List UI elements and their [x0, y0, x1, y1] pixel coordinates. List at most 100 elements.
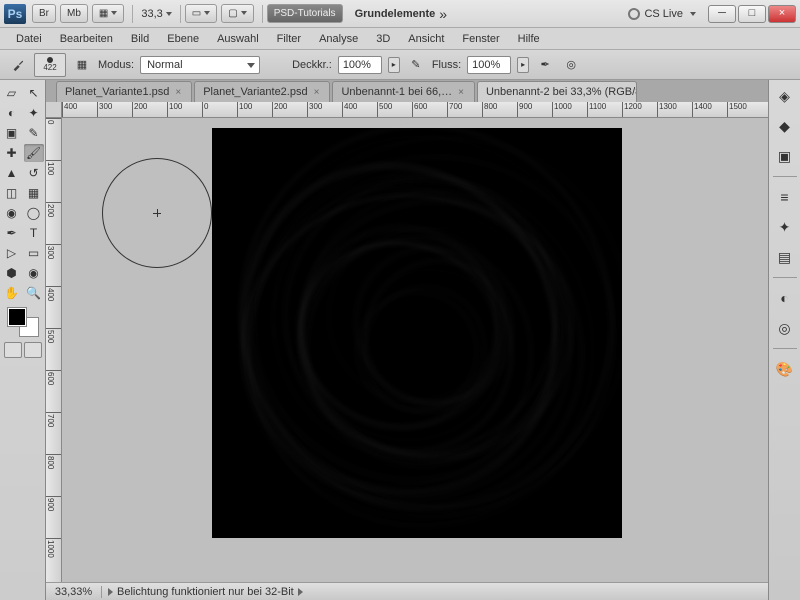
stamp-tool[interactable]: ▲ [2, 164, 22, 182]
brush-preset-picker[interactable]: 422 [34, 53, 66, 77]
ruler-vertical[interactable]: 01002003004005006007008009001000 [46, 118, 62, 582]
styles-panel-icon[interactable]: ✦ [775, 217, 795, 237]
foreground-color[interactable] [8, 308, 26, 326]
doc-tab-1[interactable]: Planet_Variante2.psd× [194, 81, 330, 102]
fluss-arrow[interactable]: ▸ [517, 57, 529, 73]
crop-tool[interactable]: ▣ [2, 124, 22, 142]
menu-bar: Datei Bearbeiten Bild Ebene Auswahl Filt… [0, 28, 800, 50]
dodge-tool[interactable]: ◯ [24, 204, 44, 222]
blur-tool[interactable]: ◉ [2, 204, 22, 222]
modus-label: Modus: [98, 59, 134, 71]
cs-live-icon [628, 8, 640, 20]
fluss-label: Fluss: [432, 59, 461, 71]
menu-filter[interactable]: Filter [269, 30, 309, 48]
app-icon: Ps [4, 4, 26, 24]
deckkr-label: Deckkr.: [292, 59, 332, 71]
workspace-more-icon[interactable]: » [435, 6, 451, 22]
minibridge-button[interactable]: Mb [60, 4, 88, 23]
move-tool[interactable]: ▱ [2, 84, 22, 102]
camera-tool[interactable]: ◉ [24, 264, 44, 282]
quickmask-button[interactable] [4, 342, 22, 358]
layout-button[interactable]: ▦ [92, 4, 124, 23]
swatches-panel-icon[interactable]: ▤ [775, 247, 795, 267]
menu-auswahl[interactable]: Auswahl [209, 30, 267, 48]
history-panel-icon[interactable]: ◐ [775, 288, 795, 308]
menu-fenster[interactable]: Fenster [454, 30, 507, 48]
doc-tab-0[interactable]: Planet_Variante1.psd× [56, 81, 192, 102]
ruler-horizontal[interactable]: 4003002001000100200300400500600700800900… [62, 102, 768, 118]
doc-tab-2[interactable]: Unbenannt-1 bei 66,…× [332, 81, 475, 102]
artwork-swirl [212, 128, 622, 538]
type-tool[interactable]: T [24, 224, 44, 242]
airbrush-icon[interactable]: ✒ [535, 55, 555, 75]
move-tool-alt[interactable]: ↖ [24, 84, 44, 102]
options-bar: 422 ▦ Modus: Normal Deckkr.: 100% ▸ ✎ Fl… [0, 50, 800, 80]
menu-bearbeiten[interactable]: Bearbeiten [52, 30, 121, 48]
close-button[interactable]: × [768, 5, 796, 23]
right-panel-dock: ◈ ◆ ▣ ≡ ✦ ▤ ◐ ◎ 🎨 [768, 80, 800, 600]
channels-panel-icon[interactable]: ◆ [775, 116, 795, 136]
brush-panel-toggle[interactable]: ▦ [72, 55, 92, 75]
brush-tool[interactable]: 🖌 [24, 144, 44, 162]
menu-ebene[interactable]: Ebene [159, 30, 207, 48]
ruler-origin[interactable] [46, 102, 62, 118]
lasso-tool[interactable]: ◐ [2, 104, 22, 122]
modus-select[interactable]: Normal [140, 56, 260, 74]
tab-close-icon[interactable]: × [456, 87, 466, 98]
zoom-tool[interactable]: 🔍 [24, 284, 44, 302]
document-tabs: Planet_Variante1.psd× Planet_Variante2.p… [46, 80, 768, 102]
fluss-input[interactable]: 100% [467, 56, 511, 74]
menu-ansicht[interactable]: Ansicht [400, 30, 452, 48]
title-bar: Ps Br Mb ▦ 33,3 ▭ ▢ PSD-Tutorials Grunde… [0, 0, 800, 28]
play-icon [298, 588, 303, 596]
eraser-tool[interactable]: ◫ [2, 184, 22, 202]
menu-hilfe[interactable]: Hilfe [510, 30, 548, 48]
zoom-level[interactable]: 33,3 [141, 8, 171, 20]
pressure-opacity-icon[interactable]: ✎ [406, 55, 426, 75]
workspace-preset-button[interactable]: PSD-Tutorials [267, 4, 343, 23]
pressure-size-icon[interactable]: ◎ [561, 55, 581, 75]
eyedropper-tool[interactable]: ✎ [24, 124, 44, 142]
brush-cursor [102, 158, 212, 268]
layers-panel-icon[interactable]: ◈ [775, 86, 795, 106]
maximize-button[interactable]: □ [738, 5, 766, 23]
adjustments-panel-icon[interactable]: ≡ [775, 187, 795, 207]
pen-tool[interactable]: ✒ [2, 224, 22, 242]
status-zoom[interactable]: 33,33% [46, 586, 102, 598]
color-panel-icon[interactable]: 🎨 [775, 359, 795, 379]
menu-3d[interactable]: 3D [368, 30, 398, 48]
minimize-button[interactable]: ─ [708, 5, 736, 23]
workspace-name[interactable]: Grundelemente [355, 8, 436, 20]
deckkr-arrow[interactable]: ▸ [388, 57, 400, 73]
screenmode-button[interactable] [24, 342, 42, 358]
toolbox: ▱↖ ◐✦ ▣✎ ✚🖌 ▲↺ ◫▦ ◉◯ ✒T ▷▭ ⬢◉ ✋🔍 [0, 80, 46, 600]
3d-tool[interactable]: ⬢ [2, 264, 22, 282]
tab-close-icon[interactable]: × [312, 87, 322, 98]
play-icon [108, 588, 113, 596]
cs-live-button[interactable]: CS Live [628, 8, 696, 20]
hand-tool[interactable]: ✋ [2, 284, 22, 302]
menu-datei[interactable]: Datei [8, 30, 50, 48]
color-swatches[interactable] [8, 308, 38, 336]
arrange-button[interactable]: ▭ [185, 4, 217, 23]
paths-panel-icon[interactable]: ▣ [775, 146, 795, 166]
canvas-viewport[interactable] [62, 118, 768, 582]
menu-bild[interactable]: Bild [123, 30, 157, 48]
bridge-button[interactable]: Br [32, 4, 56, 23]
tool-preset-icon[interactable] [8, 55, 28, 75]
info-panel-icon[interactable]: ◎ [775, 318, 795, 338]
tab-close-icon[interactable]: × [173, 87, 183, 98]
status-bar: 33,33% Belichtung funktioniert nur bei 3… [46, 582, 768, 600]
wand-tool[interactable]: ✦ [24, 104, 44, 122]
screen-mode-button[interactable]: ▢ [221, 4, 253, 23]
canvas[interactable] [212, 128, 622, 538]
deckkr-input[interactable]: 100% [338, 56, 382, 74]
gradient-tool[interactable]: ▦ [24, 184, 44, 202]
status-message[interactable]: Belichtung funktioniert nur bei 32-Bit [102, 586, 309, 598]
heal-tool[interactable]: ✚ [2, 144, 22, 162]
path-select-tool[interactable]: ▷ [2, 244, 22, 262]
shape-tool[interactable]: ▭ [24, 244, 44, 262]
history-brush-tool[interactable]: ↺ [24, 164, 44, 182]
menu-analyse[interactable]: Analyse [311, 30, 366, 48]
doc-tab-3[interactable]: Unbenannt-2 bei 33,3% (RGB/8) *× [477, 81, 637, 102]
